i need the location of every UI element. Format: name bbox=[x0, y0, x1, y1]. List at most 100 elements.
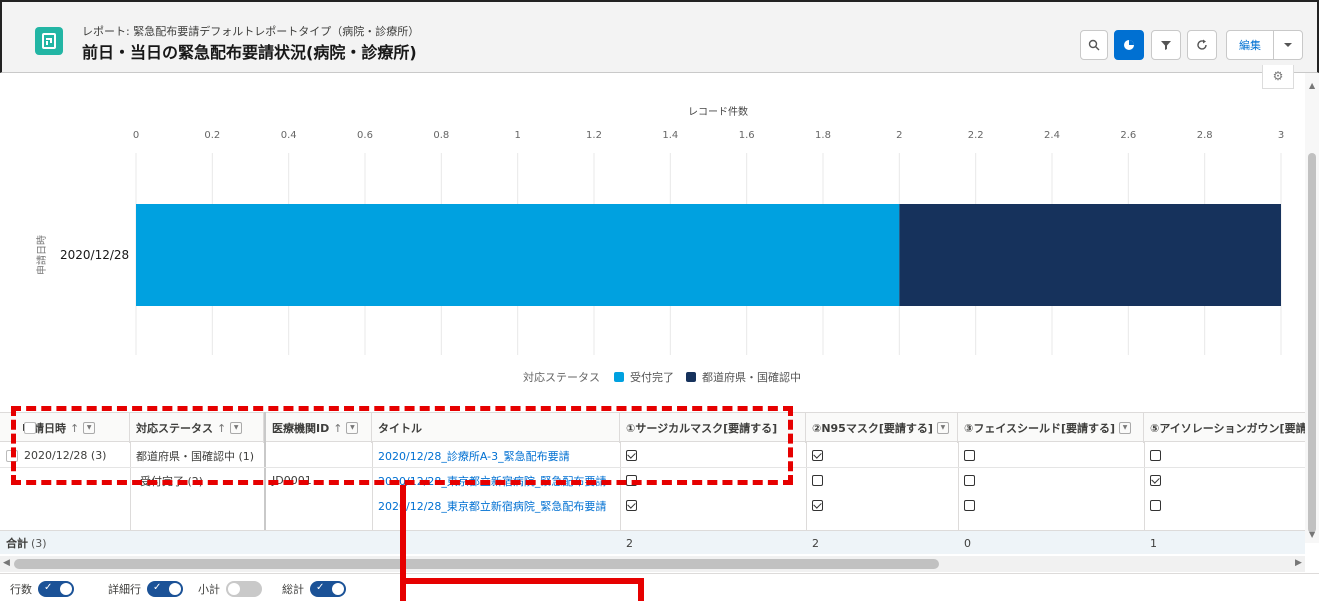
gown-cell bbox=[1144, 443, 1305, 468]
surgical-mask-cell bbox=[620, 493, 806, 518]
x-tick-label: 0.2 bbox=[204, 130, 220, 141]
x-tick-label: 0.8 bbox=[433, 130, 449, 141]
x-tick-label: 1.6 bbox=[739, 130, 755, 141]
chevron-down-icon bbox=[1284, 43, 1292, 47]
legend-swatch-received bbox=[614, 372, 624, 382]
more-actions-button[interactable] bbox=[1273, 30, 1303, 60]
x-axis-title: レコード件数 bbox=[688, 105, 748, 118]
col-header-gown[interactable]: ⑤アイソレーションガウン[要請 bbox=[1144, 413, 1305, 443]
scroll-left-icon[interactable]: ◀ bbox=[3, 558, 10, 568]
x-tick-label: 2 bbox=[896, 130, 902, 141]
column-menu-icon[interactable]: ▼ bbox=[936, 422, 949, 434]
detail-rows-label: 詳細行 bbox=[108, 583, 141, 596]
checked-checkbox-icon bbox=[812, 500, 823, 511]
total-gown: 1 bbox=[1150, 536, 1157, 550]
scroll-right-icon[interactable]: ▶ bbox=[1295, 558, 1302, 568]
legend-swatch-confirming bbox=[686, 372, 696, 382]
scroll-up-icon[interactable]: ▲ bbox=[1309, 81, 1315, 90]
unchecked-checkbox-icon bbox=[964, 500, 975, 511]
filter-button[interactable] bbox=[1151, 30, 1181, 60]
col-header-gown-label: ⑤アイソレーションガウン[要請 bbox=[1150, 422, 1305, 435]
annotation-highlight-box bbox=[11, 406, 793, 485]
x-tick-label: 2.8 bbox=[1197, 130, 1213, 141]
column-menu-icon[interactable]: ▼ bbox=[1119, 422, 1132, 434]
x-tick-label: 2.6 bbox=[1120, 130, 1136, 141]
gown-cell bbox=[1144, 468, 1305, 493]
total-label-cell: 合計 (3) bbox=[0, 531, 130, 555]
legend-label-confirming: 都道府県・国確認中 bbox=[702, 371, 801, 384]
col-header-face[interactable]: ③フェイスシールド[要請する] ▼ bbox=[958, 413, 1144, 443]
x-tick-label: 2.2 bbox=[968, 130, 984, 141]
x-tick-label: 1.2 bbox=[586, 130, 602, 141]
col-header-n95[interactable]: ②N95マスク[要請する] ▼ bbox=[806, 413, 958, 443]
chart-icon bbox=[1124, 40, 1134, 50]
x-tick-label: 1 bbox=[514, 130, 520, 141]
row-count-toggle[interactable]: ✓ bbox=[38, 581, 74, 597]
refresh-icon bbox=[1197, 39, 1207, 50]
unchecked-checkbox-icon bbox=[964, 450, 975, 461]
page-title: 前日・当日の緊急配布要請状況(病院・診療所) bbox=[82, 43, 417, 62]
x-tick-label: 2.4 bbox=[1044, 130, 1060, 141]
record-title-link[interactable]: 2020/12/28_東京都立新宿病院_緊急配布要請 bbox=[372, 493, 620, 518]
detail-rows-toggle-group: 詳細行 ✓ bbox=[108, 581, 183, 597]
total-n95: 2 bbox=[812, 536, 819, 550]
legend-label-received: 受付完了 bbox=[630, 371, 674, 384]
toggle-chart-button[interactable] bbox=[1114, 30, 1144, 60]
total-label: 合計 bbox=[6, 537, 28, 550]
bar-chart: レコード件数 0 0.2 0.4 0.6 0.8 1 1.2 1.4 1.6 1.8 2 2.2 2.4… bbox=[35, 105, 1284, 355]
n95-mask-cell bbox=[806, 443, 958, 468]
table-row: 2020/12/28_東京都立新宿病院_緊急配布要請 bbox=[0, 493, 1305, 530]
col-header-face-label: ③フェイスシールド[要請する] bbox=[964, 422, 1116, 435]
n95-mask-cell bbox=[806, 493, 958, 518]
y-category-label: 2020/12/28 bbox=[60, 248, 129, 262]
edit-button[interactable]: 編集 bbox=[1226, 30, 1274, 60]
row-count-label: 行数 bbox=[10, 583, 32, 596]
x-tick-label: 0.6 bbox=[357, 130, 373, 141]
horizontal-scrollbar[interactable]: ◀ ▶ bbox=[0, 556, 1305, 572]
scroll-down-icon[interactable]: ▼ bbox=[1309, 530, 1315, 539]
x-tick-label: 1.4 bbox=[662, 130, 678, 141]
report-icon bbox=[35, 27, 63, 55]
search-button[interactable] bbox=[1080, 30, 1108, 60]
unchecked-checkbox-icon bbox=[964, 475, 975, 486]
y-axis-title: 申請日時 bbox=[35, 235, 48, 275]
grand-total-row: 合計 (3) 2 2 0 1 bbox=[0, 530, 1305, 554]
legend-title: 対応ステータス bbox=[523, 371, 600, 384]
report-footer: 行数 ✓ 詳細行 ✓ 小計 総計 ✓ bbox=[0, 573, 1319, 601]
report-header: レポート: 緊急配布要請デフォルトレポートタイプ（病院・診療所） 前日・当日の緊… bbox=[0, 0, 1319, 73]
checked-checkbox-icon bbox=[1150, 475, 1161, 486]
checked-checkbox-icon bbox=[626, 500, 637, 511]
horizontal-scroll-thumb[interactable] bbox=[14, 559, 939, 569]
row-count-toggle-group: 行数 ✓ bbox=[10, 581, 74, 597]
detail-rows-toggle[interactable]: ✓ bbox=[147, 581, 183, 597]
x-tick-label: 1.8 bbox=[815, 130, 831, 141]
unchecked-checkbox-icon bbox=[1150, 500, 1161, 511]
grand-total-label: 総計 bbox=[282, 583, 304, 596]
subtotal-label: 小計 bbox=[198, 583, 220, 596]
annotation-connector-line bbox=[638, 578, 644, 601]
gown-cell bbox=[1144, 493, 1305, 518]
bar-segment-received[interactable] bbox=[136, 204, 900, 306]
grand-total-toggle[interactable]: ✓ bbox=[310, 581, 346, 597]
face-shield-cell bbox=[958, 443, 1144, 468]
refresh-button[interactable] bbox=[1187, 30, 1217, 60]
total-face: 0 bbox=[964, 536, 971, 550]
face-shield-cell bbox=[958, 493, 1144, 518]
chart-legend: 対応ステータス 受付完了 都道府県・国確認中 bbox=[523, 369, 801, 385]
unchecked-checkbox-icon bbox=[1150, 450, 1161, 461]
face-shield-cell bbox=[958, 468, 1144, 493]
subtotal-toggle[interactable] bbox=[226, 581, 262, 597]
unchecked-checkbox-icon bbox=[812, 475, 823, 486]
col-header-n95-label: ②N95マスク[要請する] bbox=[812, 422, 933, 435]
x-tick-label: 3 bbox=[1278, 130, 1284, 141]
total-surgical: 2 bbox=[626, 536, 633, 550]
vertical-scrollbar[interactable]: ▲ ▼ bbox=[1305, 73, 1319, 543]
bar-segment-confirming[interactable] bbox=[899, 204, 1281, 306]
checked-checkbox-icon bbox=[812, 450, 823, 461]
x-tick-label: 0 bbox=[133, 130, 139, 141]
vertical-scroll-thumb[interactable] bbox=[1308, 153, 1316, 533]
search-icon bbox=[1088, 39, 1100, 51]
total-count: (3) bbox=[31, 536, 47, 550]
subtotal-toggle-group: 小計 bbox=[198, 581, 262, 597]
filter-icon bbox=[1161, 41, 1171, 50]
